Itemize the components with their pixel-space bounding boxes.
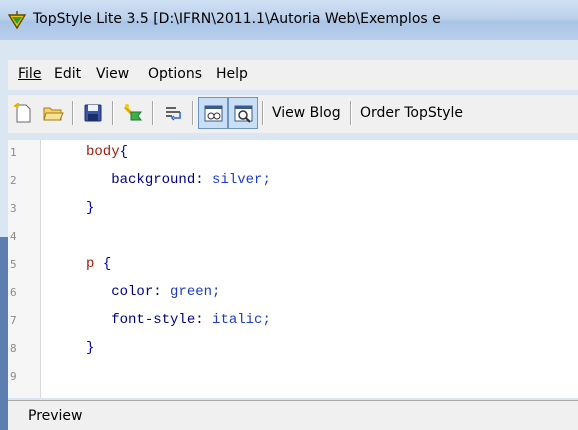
preview-label: Preview — [28, 408, 83, 424]
css-brace: } — [86, 340, 95, 356]
css-value: green; — [170, 284, 221, 300]
order-topstyle-button[interactable]: Order TopStyle — [360, 105, 463, 121]
line-number: 2 — [10, 174, 17, 187]
code-line: background: silver; — [86, 172, 271, 188]
toolbar-separator — [72, 101, 74, 125]
css-brace: } — [86, 200, 95, 216]
css-brace: { — [102, 256, 112, 272]
word-wrap-icon — [166, 107, 181, 121]
css-brace: { — [119, 144, 129, 160]
code-line: color: green; — [86, 284, 220, 300]
menu-bar: File Edit View Options Help — [8, 60, 578, 90]
topstyle-app-icon — [7, 11, 27, 30]
window-title: TopStyle Lite 3.5 [D:\IFRN\2011.1\Autori… — [33, 11, 441, 27]
css-selector: p — [86, 256, 95, 272]
app-window: TopStyle Lite 3.5 [D:\IFRN\2011.1\Autori… — [0, 0, 578, 430]
style-wizard-button[interactable] — [118, 97, 148, 129]
code-line: } — [86, 200, 94, 216]
code-line: font-style: italic; — [86, 312, 271, 328]
line-number: 5 — [10, 258, 17, 271]
magic-wand-icon — [123, 104, 142, 121]
css-value: silver; — [212, 172, 271, 188]
menu-edit[interactable]: Edit — [54, 66, 81, 82]
preview-panel: Preview — [8, 400, 578, 430]
toolbar: View Blog Order TopStyle — [8, 95, 578, 133]
line-number: 6 — [10, 286, 17, 299]
menu-view[interactable]: View — [96, 66, 129, 82]
toolbar-separator — [350, 101, 352, 125]
toolbar-separator — [112, 101, 114, 125]
save-button[interactable] — [78, 97, 108, 129]
code-line: } — [86, 340, 94, 356]
view-blog-button[interactable]: View Blog — [272, 105, 341, 121]
new-file-button[interactable] — [8, 97, 38, 129]
open-folder-icon — [43, 107, 64, 121]
code-editor[interactable]: 1 2 3 4 5 6 7 8 9 body{ background: silv… — [8, 140, 578, 398]
title-bar: TopStyle Lite 3.5 [D:\IFRN\2011.1\Autori… — [0, 0, 578, 40]
toolbar-separator — [192, 101, 194, 125]
code-line: p { — [86, 256, 111, 272]
word-wrap-button[interactable] — [158, 97, 188, 129]
line-number: 4 — [10, 230, 17, 243]
toolbar-separator — [152, 101, 154, 125]
css-property: background: — [111, 172, 204, 188]
preview-split-button[interactable] — [198, 97, 228, 129]
line-number: 8 — [10, 342, 17, 355]
css-property: color: — [111, 284, 162, 300]
css-property: font-style: — [111, 312, 204, 328]
preview-window-button[interactable] — [228, 97, 258, 129]
menu-file-label: File — [18, 66, 42, 82]
menu-help[interactable]: Help — [216, 66, 248, 82]
line-number: 9 — [10, 370, 17, 383]
css-selector: body — [86, 144, 120, 160]
line-number: 3 — [10, 202, 17, 215]
left-dock-bar — [0, 237, 8, 430]
open-file-button[interactable] — [38, 97, 68, 129]
new-file-icon — [14, 103, 31, 123]
line-number: 7 — [10, 314, 17, 327]
preview-window-icon — [204, 105, 223, 122]
preview-magnifier-icon — [234, 105, 253, 123]
line-number: 1 — [10, 146, 17, 159]
menu-file[interactable]: File — [18, 66, 41, 82]
menu-options[interactable]: Options — [148, 66, 202, 82]
code-line: body{ — [86, 144, 128, 160]
toolbar-separator — [262, 101, 264, 125]
save-disk-icon — [84, 104, 102, 122]
css-value: italic; — [212, 312, 271, 328]
